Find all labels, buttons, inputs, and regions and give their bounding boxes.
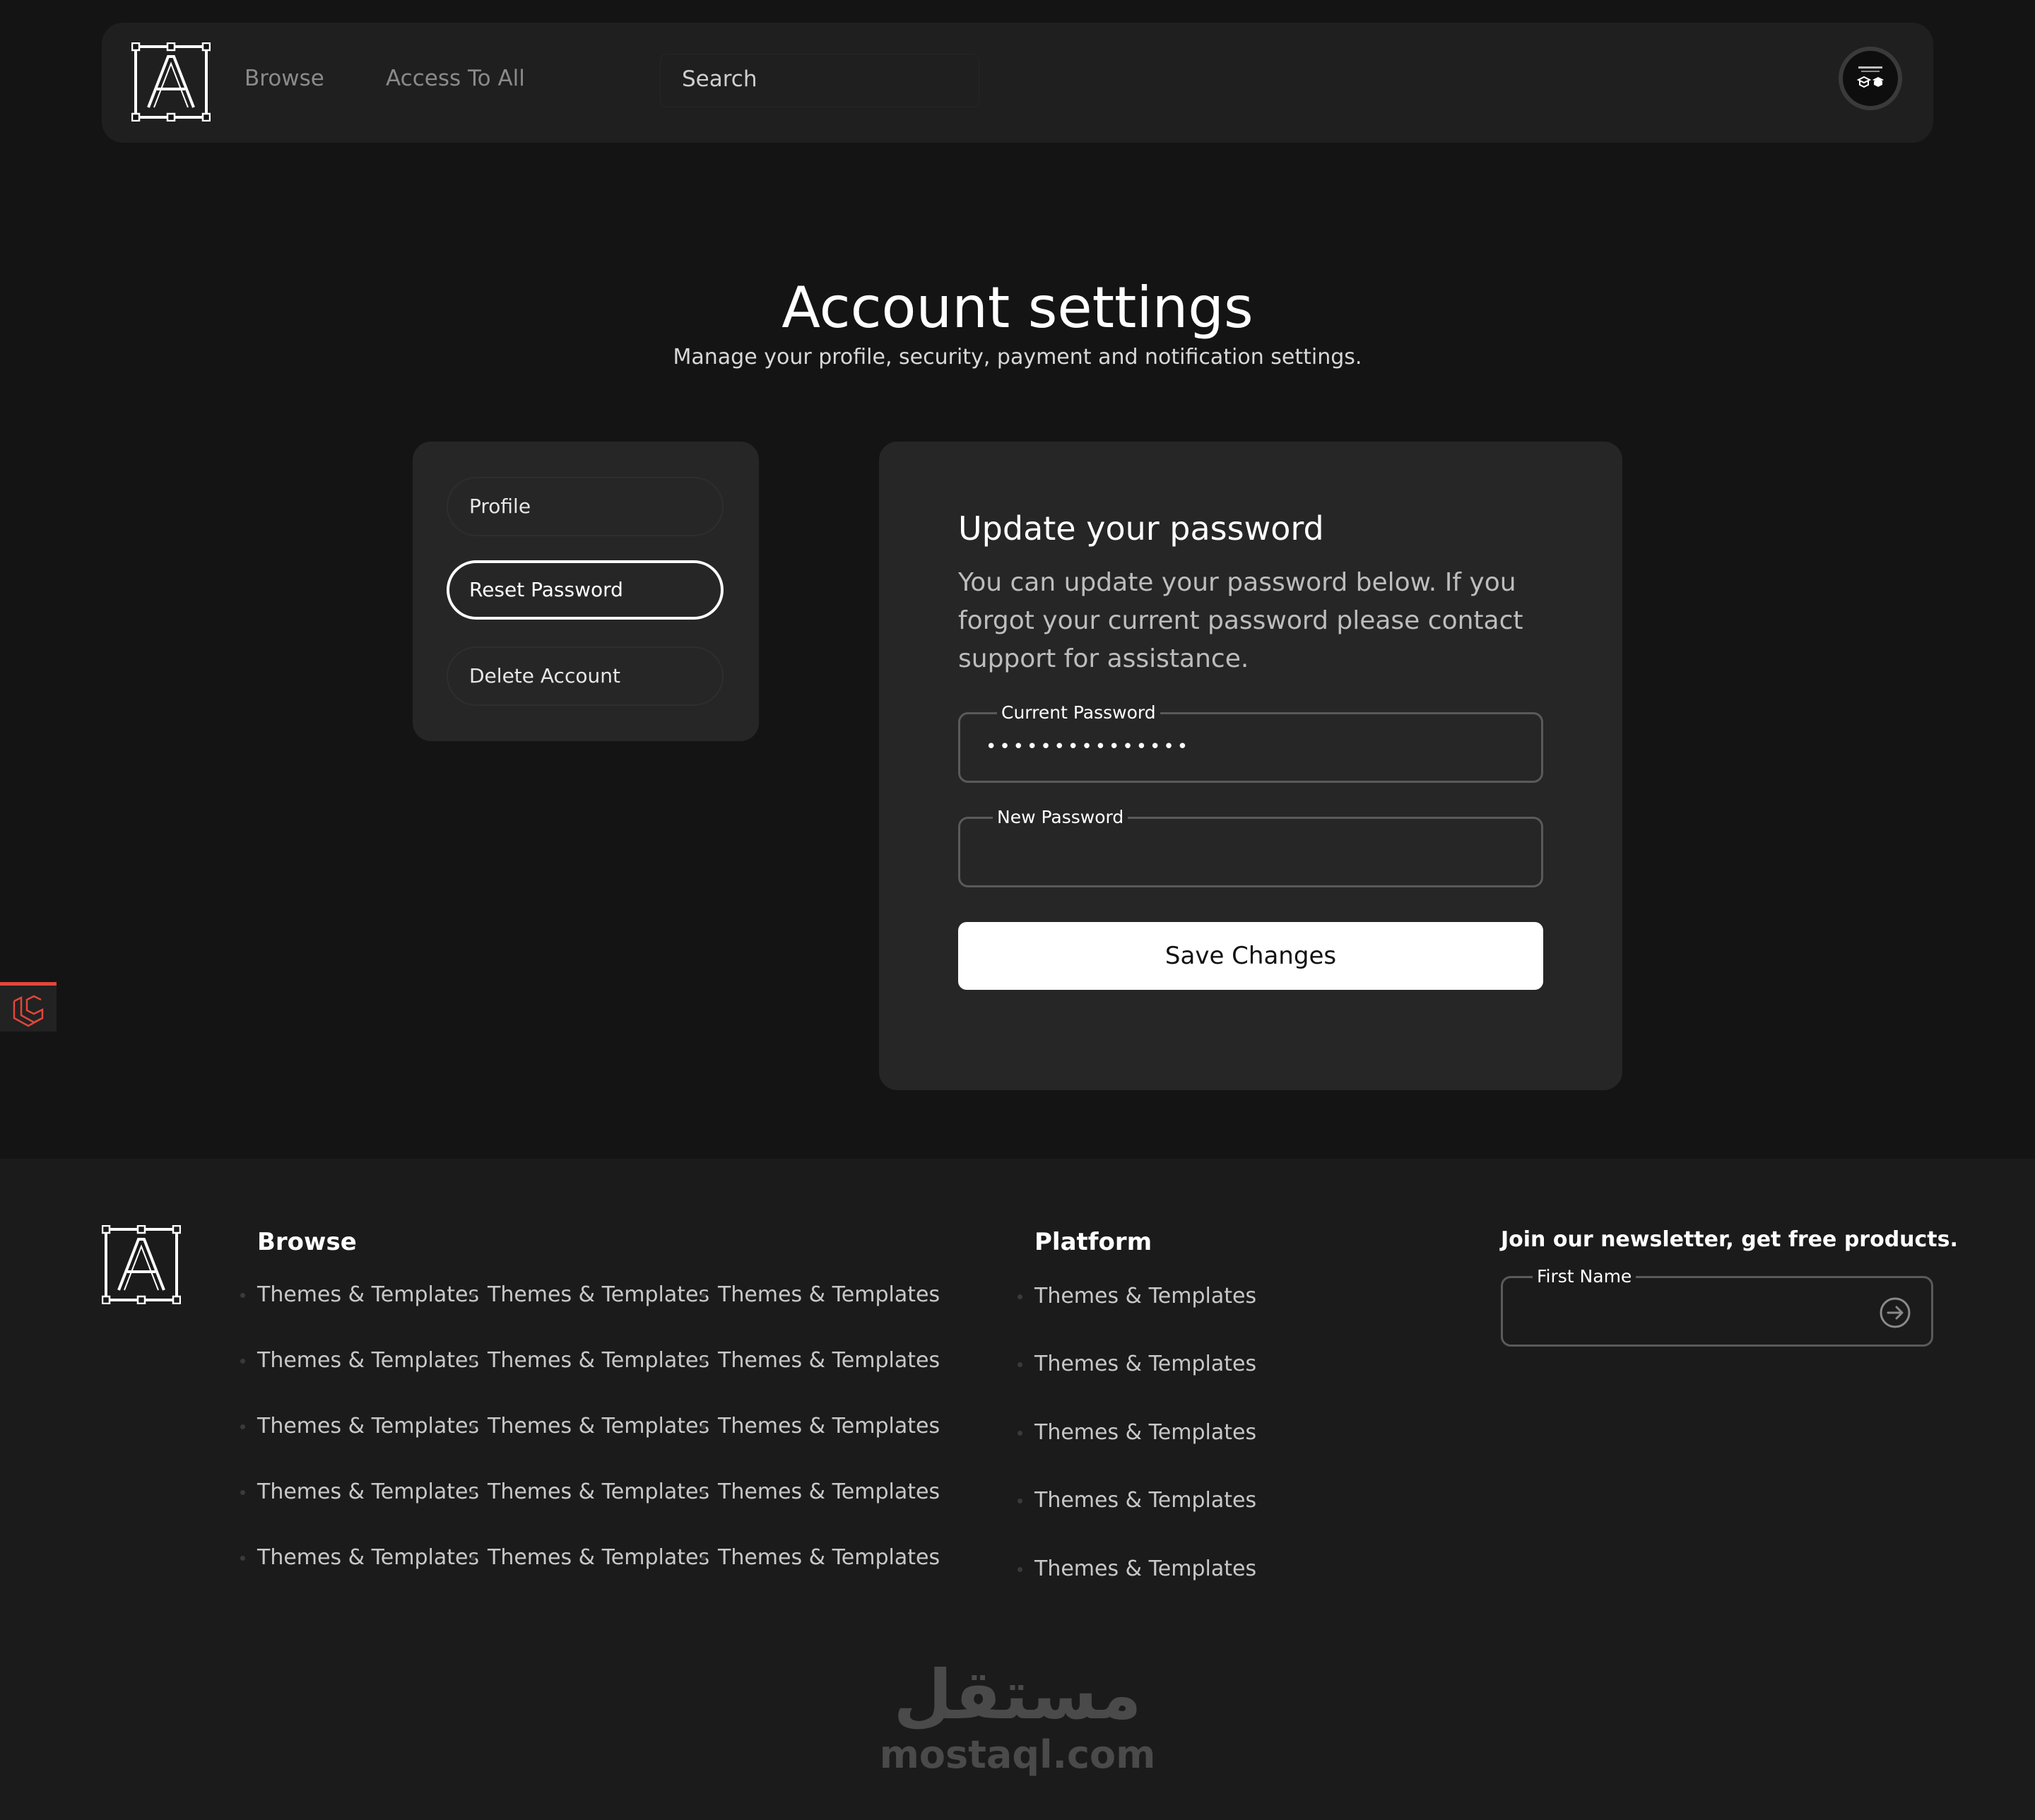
user-avatar[interactable] (1839, 47, 1902, 110)
a-logo-frame-icon (102, 1225, 181, 1304)
password-card: Update your password You can update your… (879, 442, 1622, 1090)
top-navbar: Browse Access To All Search (102, 23, 1933, 143)
current-password-value: ••••••••••••••• (986, 736, 1191, 757)
watermark-arabic: مستقل (897, 1655, 1138, 1735)
footer-platform-link[interactable]: Themes & Templates (1017, 1352, 1256, 1377)
page-title: Account settings (781, 275, 1254, 341)
footer-platform-link[interactable]: Themes & Templates (1017, 1420, 1256, 1446)
footer-platform-link[interactable]: Themes & Templates (1017, 1556, 1256, 1582)
brand-logo-icon[interactable] (131, 42, 211, 122)
footer-browse-link[interactable]: Themes & Templates (700, 1282, 940, 1308)
footer-platform-link[interactable]: Themes & Templates (1017, 1488, 1256, 1513)
card-title: Update your password (958, 509, 1324, 548)
nav-access-link[interactable]: Access To All (386, 68, 525, 90)
laravel-icon (13, 995, 44, 1027)
footer-browse-link[interactable]: Themes & Templates (240, 1348, 479, 1373)
footer-browse-heading: Browse (257, 1228, 357, 1256)
newsletter-first-name-field[interactable]: First Name (1501, 1265, 1933, 1347)
footer-browse-link[interactable]: Themes & Templates (470, 1348, 709, 1373)
footer-browse-link[interactable]: Themes & Templates (470, 1414, 709, 1439)
mostaql-logo-icon: مستقل (897, 1653, 1138, 1738)
footer-browse-link[interactable]: Themes & Templates (240, 1282, 479, 1308)
footer-browse-link[interactable]: Themes & Templates (240, 1479, 479, 1505)
current-password-label: Current Password (997, 702, 1160, 724)
arrow-right-circle-icon (1880, 1297, 1911, 1328)
footer-browse-link[interactable]: Themes & Templates (470, 1479, 709, 1505)
footer-browse-link[interactable]: Themes & Templates (240, 1545, 479, 1571)
footer-platform-heading: Platform (1034, 1228, 1152, 1256)
newsletter-title: Join our newsletter, get free products. (1501, 1227, 1958, 1252)
watermark-text: mostaql.com (879, 1732, 1156, 1777)
footer-logo-icon[interactable] (102, 1225, 181, 1304)
mostaql-watermark: مستقل mostaql.com (876, 1653, 1159, 1795)
footer-browse-link[interactable]: Themes & Templates (700, 1479, 940, 1505)
newsletter-submit-button[interactable] (1879, 1296, 1911, 1329)
menu-item-profile[interactable]: Profile (447, 477, 724, 536)
debug-toolbar-badge[interactable] (0, 982, 57, 1032)
new-password-label: New Password (993, 806, 1128, 829)
card-description: You can update your password below. If y… (958, 568, 1523, 673)
new-password-field[interactable]: New Password (958, 806, 1543, 887)
save-changes-button[interactable]: Save Changes (958, 922, 1543, 990)
page-subtitle: Manage your profile, security, payment a… (673, 345, 1362, 370)
nav-search-box[interactable]: Search (660, 54, 979, 107)
footer-browse-link[interactable]: Themes & Templates (700, 1348, 940, 1373)
menu-item-reset-password[interactable]: Reset Password (447, 560, 724, 620)
current-password-field[interactable]: Current Password ••••••••••••••• (958, 702, 1543, 783)
nav-browse-link[interactable]: Browse (244, 68, 324, 90)
footer-browse-link[interactable]: Themes & Templates (470, 1545, 709, 1571)
settings-side-menu: Profile Reset Password Delete Account (413, 442, 759, 741)
menu-item-delete-account[interactable]: Delete Account (447, 646, 724, 706)
a-logo-frame-icon (131, 42, 211, 122)
footer-platform-link[interactable]: Themes & Templates (1017, 1284, 1256, 1309)
nav-search-label: Search (682, 66, 757, 92)
footer-browse-link[interactable]: Themes & Templates (470, 1282, 709, 1308)
footer-browse-link[interactable]: Themes & Templates (240, 1414, 479, 1439)
footer-browse-link[interactable]: Themes & Templates (700, 1545, 940, 1571)
newsletter-first-name-label: First Name (1533, 1265, 1636, 1288)
user-avatar-icon (1856, 66, 1884, 88)
footer-browse-link[interactable]: Themes & Templates (700, 1414, 940, 1439)
